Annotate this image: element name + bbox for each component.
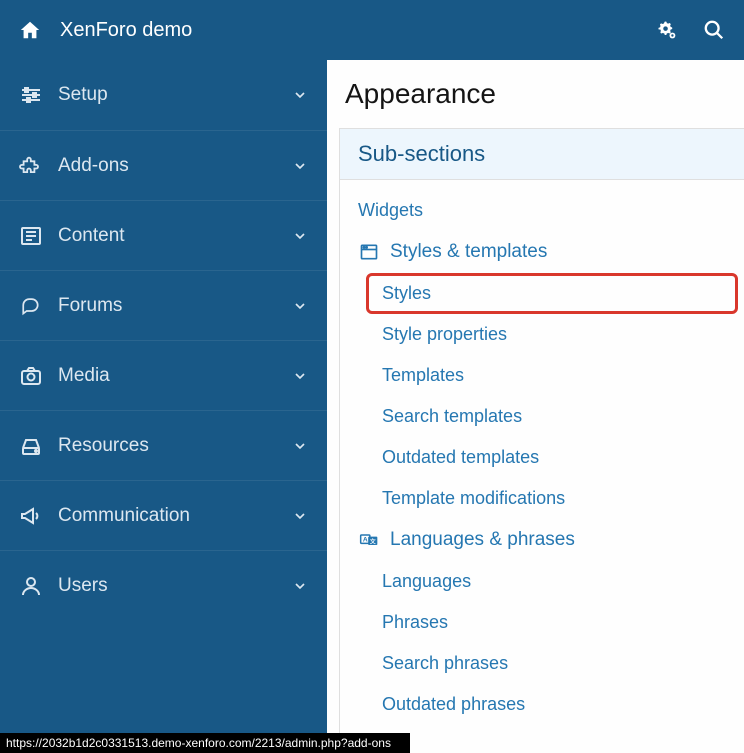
bullhorn-icon — [18, 503, 44, 529]
header-actions — [654, 18, 726, 42]
main-content: Appearance Sub-sections Widgets Styles &… — [327, 60, 744, 733]
styles-icon — [358, 241, 380, 263]
gears-icon[interactable] — [654, 18, 678, 42]
sidebar-item-addons[interactable]: Add-ons — [0, 130, 327, 200]
sidebar-item-label: Users — [58, 575, 291, 597]
sub-sections-panel: Sub-sections Widgets Styles & templates … — [339, 128, 744, 733]
sidebar-item-communication[interactable]: Communication — [0, 480, 327, 550]
sidebar-item-label: Add-ons — [58, 155, 291, 177]
link-languages[interactable]: Languages — [340, 561, 744, 602]
link-outdated-phrases[interactable]: Outdated phrases — [340, 684, 744, 725]
link-template-modifications[interactable]: Template modifications — [340, 478, 744, 519]
link-styles[interactable]: Styles — [366, 273, 738, 314]
chevron-down-icon — [291, 437, 309, 455]
home-icon[interactable] — [18, 18, 42, 42]
camera-icon — [18, 363, 44, 389]
user-icon — [18, 573, 44, 599]
sidebar-item-label: Media — [58, 365, 291, 387]
chevron-down-icon — [291, 367, 309, 385]
svg-text:文: 文 — [370, 537, 376, 545]
status-url: https://2032b1d2c0331513.demo-xenforo.co… — [6, 736, 391, 750]
sliders-icon — [18, 82, 44, 108]
chevron-down-icon — [291, 297, 309, 315]
link-widgets[interactable]: Widgets — [340, 190, 744, 231]
app-title[interactable]: XenForo demo — [60, 19, 654, 42]
group-label: Styles & templates — [390, 241, 547, 263]
sidebar-item-media[interactable]: Media — [0, 340, 327, 410]
header: XenForo demo — [0, 0, 744, 60]
sidebar: Setup Add-ons Content — [0, 60, 327, 733]
chevron-down-icon — [291, 227, 309, 245]
chevron-down-icon — [291, 507, 309, 525]
puzzle-icon — [18, 153, 44, 179]
newspaper-icon — [18, 223, 44, 249]
sidebar-item-users[interactable]: Users — [0, 550, 327, 620]
sidebar-item-forums[interactable]: Forums — [0, 270, 327, 340]
sidebar-item-content[interactable]: Content — [0, 200, 327, 270]
link-templates[interactable]: Templates — [340, 355, 744, 396]
sidebar-item-resources[interactable]: Resources — [0, 410, 327, 480]
link-search-phrases[interactable]: Search phrases — [340, 643, 744, 684]
chevron-down-icon — [291, 86, 309, 104]
hdd-icon — [18, 433, 44, 459]
link-style-properties[interactable]: Style properties — [340, 314, 744, 355]
group-label: Languages & phrases — [390, 529, 575, 551]
sidebar-item-label: Resources — [58, 435, 291, 457]
svg-text:A: A — [363, 537, 368, 544]
sub-sections-header: Sub-sections — [340, 129, 744, 180]
group-styles-templates[interactable]: Styles & templates — [340, 231, 744, 273]
comments-icon — [18, 293, 44, 319]
sidebar-item-setup[interactable]: Setup — [0, 60, 327, 130]
sidebar-item-label: Setup — [58, 84, 291, 106]
sidebar-item-label: Content — [58, 225, 291, 247]
group-languages-phrases[interactable]: A文 Languages & phrases — [340, 519, 744, 561]
container: Setup Add-ons Content — [0, 60, 744, 733]
page-title: Appearance — [327, 78, 744, 128]
link-search-templates[interactable]: Search templates — [340, 396, 744, 437]
link-phrases[interactable]: Phrases — [340, 602, 744, 643]
status-bar: https://2032b1d2c0331513.demo-xenforo.co… — [0, 733, 410, 753]
link-outdated-templates[interactable]: Outdated templates — [340, 437, 744, 478]
chevron-down-icon — [291, 577, 309, 595]
search-icon[interactable] — [702, 18, 726, 42]
sidebar-item-label: Communication — [58, 505, 291, 527]
language-icon: A文 — [358, 529, 380, 551]
sidebar-item-label: Forums — [58, 295, 291, 317]
chevron-down-icon — [291, 157, 309, 175]
sub-sections-list: Widgets Styles & templates Styles Style … — [340, 180, 744, 733]
